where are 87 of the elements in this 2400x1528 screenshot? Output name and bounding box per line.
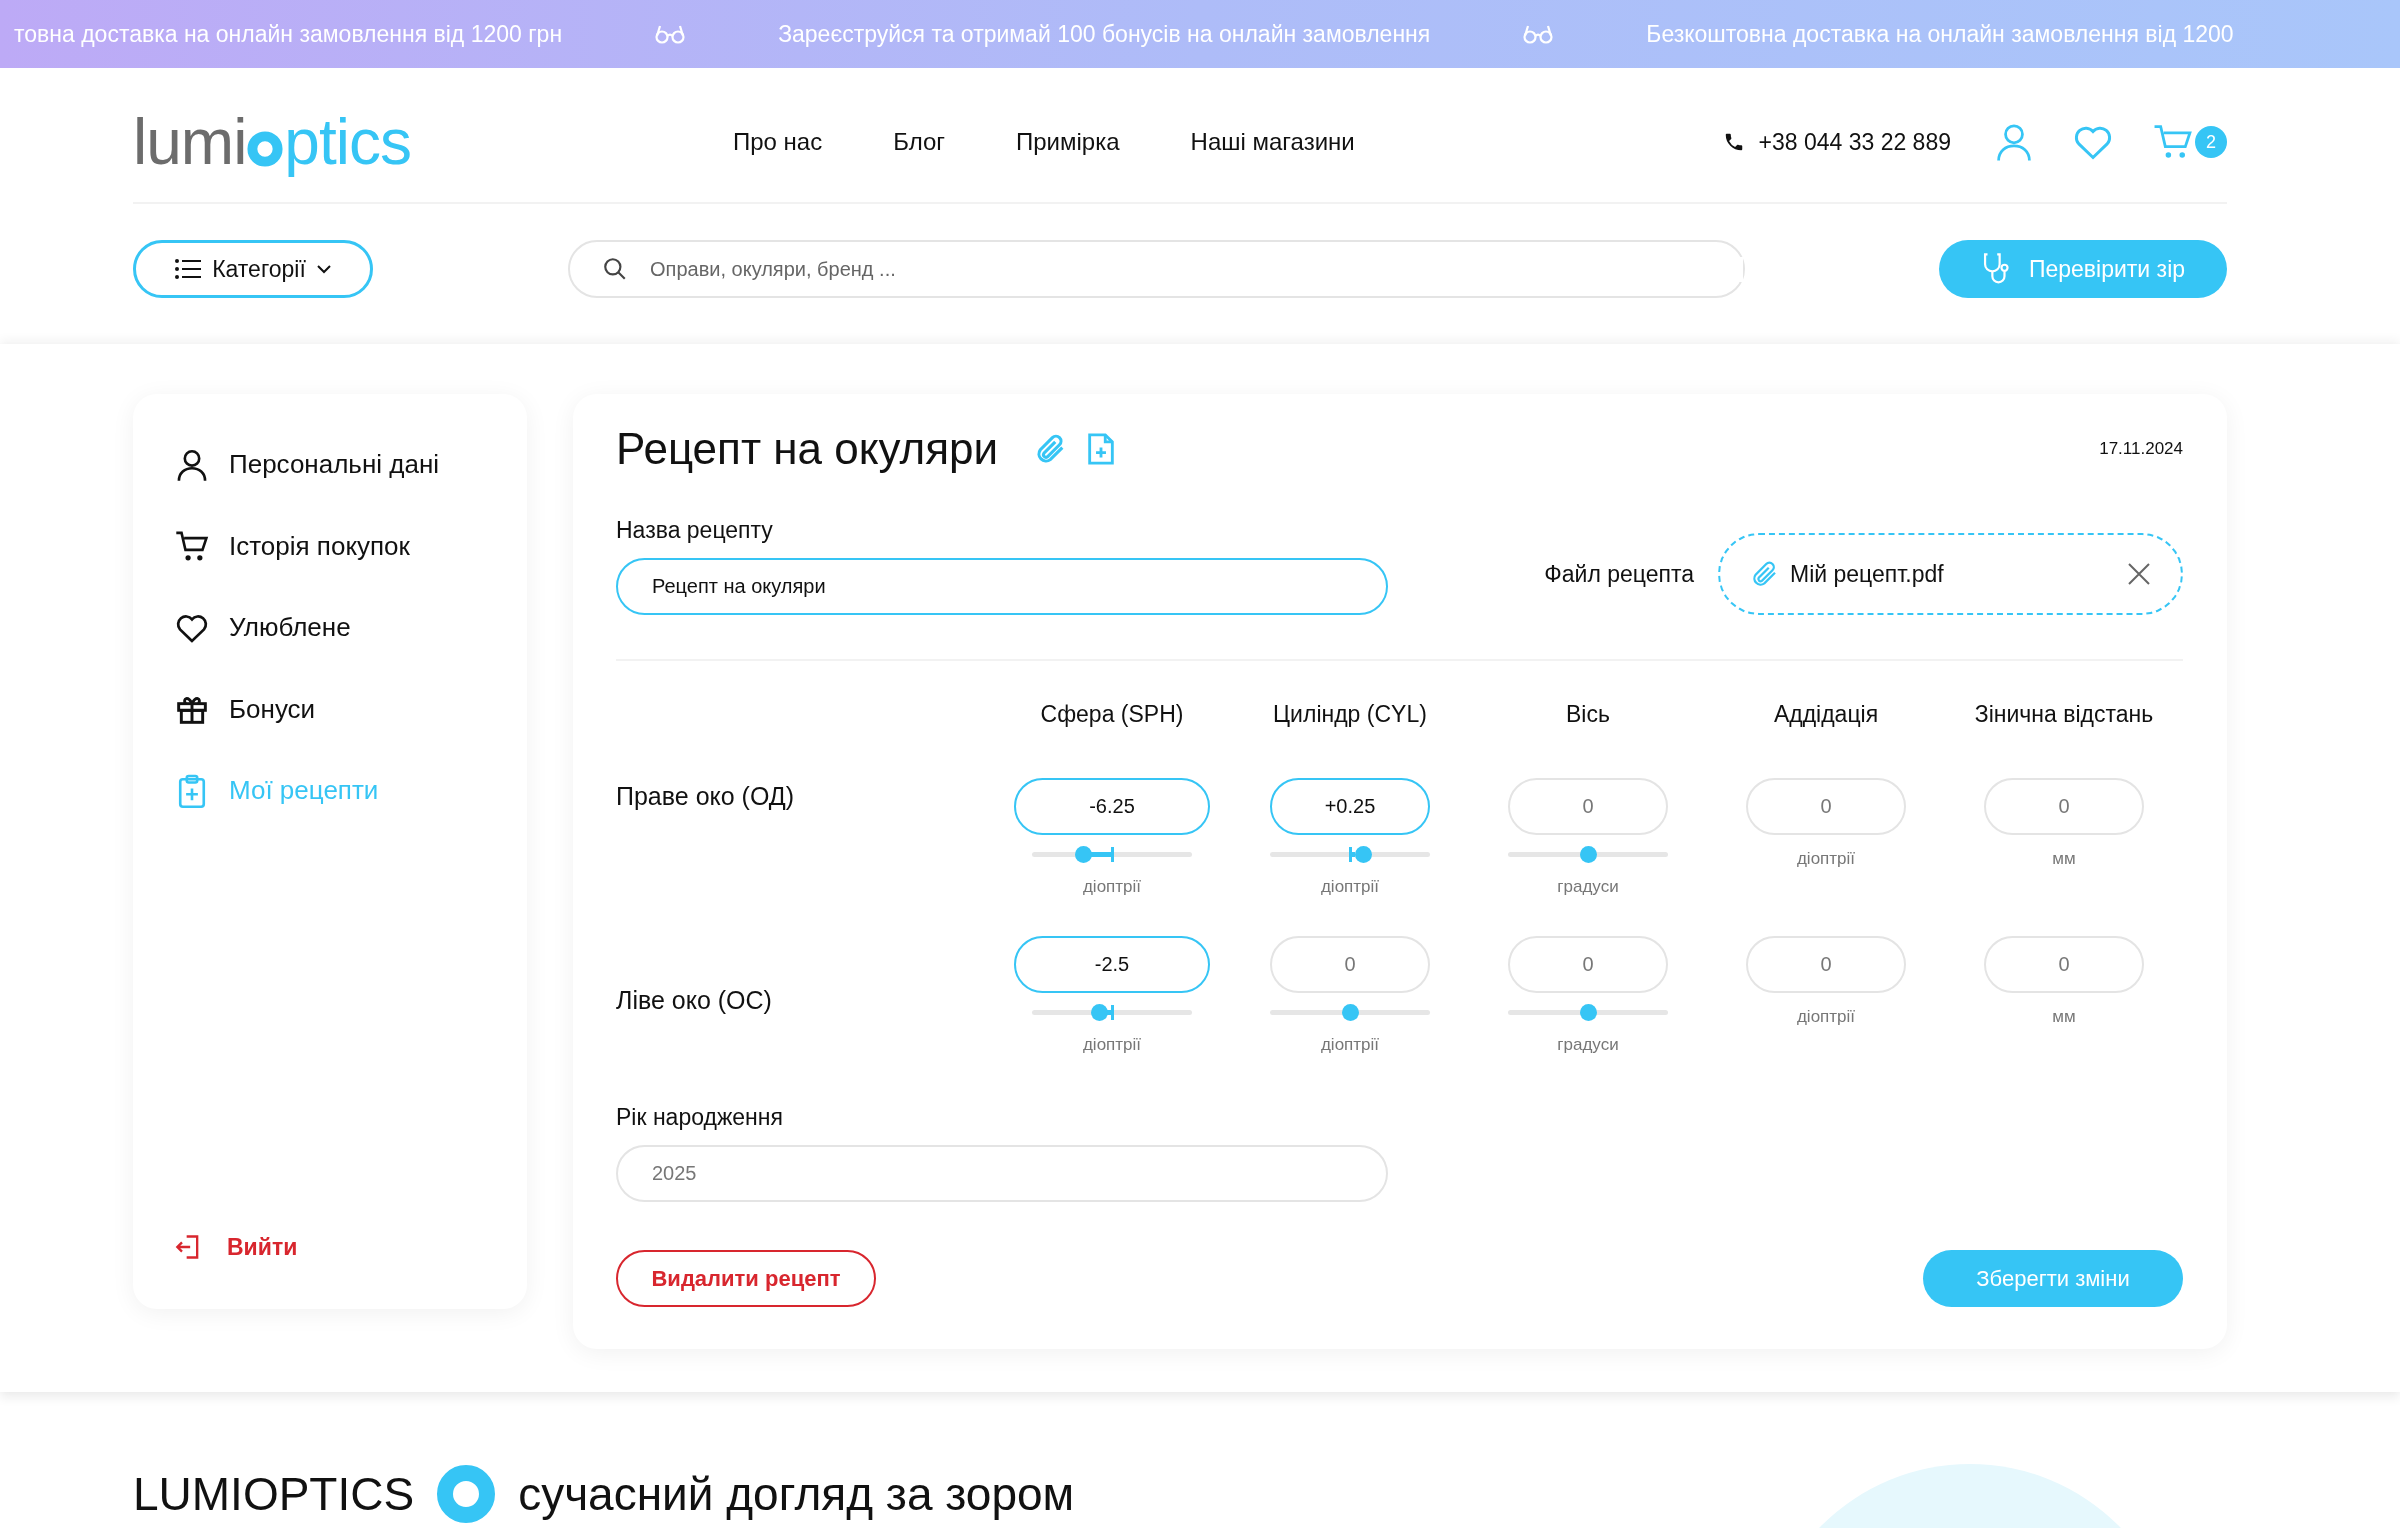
user-icon [175,447,209,482]
heart-icon[interactable] [2073,124,2113,160]
slider[interactable] [1032,846,1192,863]
slider-fill [1352,852,1355,857]
slider-fill [1107,1010,1111,1015]
value-field[interactable]: 0 [1746,778,1906,835]
slider-tick [1111,1005,1114,1020]
slider[interactable] [1508,846,1668,863]
sidebar-item[interactable]: Улюблене [175,587,527,669]
field-label: Назва рецепту [616,517,774,544]
nav-link[interactable]: Наші магазини [1190,128,1355,156]
column-header: Вісь [1565,701,1611,729]
sidebar-item[interactable]: Бонуси [175,668,527,750]
logout-link[interactable]: Вийти [175,1233,527,1261]
sidebar-item[interactable]: Персональні дані [175,424,527,506]
column-header: Зінична відстань [1973,701,2155,729]
cart-count-badge: 2 [2195,126,2227,158]
field-label: Файл рецепта [1544,560,1694,588]
unit-label: діоптрії [1796,1007,1856,1027]
value-field[interactable]: 0 [1270,936,1430,993]
slider[interactable] [1270,1004,1430,1021]
unit-label: градуси [1557,877,1619,897]
nav-link[interactable]: Примірка [1016,128,1120,156]
unit-label: мм [2052,849,2076,869]
add-file-icon[interactable] [1086,432,1117,466]
slider[interactable] [1508,1004,1668,1021]
logo[interactable]: lumi ptics [133,105,411,179]
value-field[interactable]: 0 [1508,778,1668,835]
about-heading: LUMIOPTICS [133,1467,415,1521]
slider-tick [1349,847,1352,862]
glasses-icon [654,24,687,44]
column-header: Сфера (SPH) [1039,701,1185,729]
value-field[interactable]: 0 [1508,936,1668,993]
promo-text: товна доставка на онлайн замовлення від 1200 грн [14,20,563,48]
value-field[interactable]: +0.25 [1270,778,1430,835]
search-field[interactable]: Оправи, окуляри, бренд ... [568,240,1745,298]
birth-year-field[interactable]: 2025 [616,1145,1388,1202]
slider-thumb[interactable] [1580,846,1597,863]
unit-label: діоптрії [1796,849,1856,869]
value-field[interactable]: 0 [1984,778,2144,835]
slider-thumb[interactable] [1091,1004,1109,1021]
nav-link[interactable]: Про нас [732,128,823,156]
unit-label: мм [2052,1007,2076,1027]
unit-label: діоптрії [1082,1035,1142,1055]
sidebar-item[interactable]: Історія покупок [175,505,527,587]
slider-thumb[interactable] [1354,846,1372,863]
slider-tick [1111,847,1114,862]
cart-icon[interactable] [2153,123,2193,161]
value-field[interactable]: 0 [1746,936,1906,993]
user-icon[interactable] [1995,122,2033,162]
row-label: Праве око (ОД) [616,781,796,811]
search-icon [602,256,628,282]
row-label: Ліве око (ОС) [616,985,773,1015]
nav-link[interactable]: Блог [893,128,945,156]
chevron-down-icon [315,264,332,274]
unit-label: діоптрії [1320,1035,1380,1055]
value-field[interactable]: -2.5 [1014,936,1210,993]
heart-icon [175,612,209,643]
column-header: Аддідація [1772,701,1880,729]
slider-thumb[interactable] [1342,1004,1359,1021]
slider-thumb[interactable] [1580,1004,1597,1021]
ring-icon [436,1464,497,1524]
slider[interactable] [1032,1004,1192,1021]
glasses-icon [1522,24,1555,44]
promo-text: Безкоштовна доставка на онлайн замовлення від 1200 [1646,20,2234,48]
close-icon[interactable] [2127,562,2151,586]
slider-fill [1091,852,1111,857]
delete-button[interactable]: Видалити рецепт [616,1250,876,1307]
field-label: Рік народження [616,1104,784,1131]
cart-icon [175,530,209,563]
value-field[interactable]: -6.25 [1014,778,1210,835]
about-heading: сучасний догляд за зором [518,1467,1075,1521]
categories-button[interactable]: Категорії [133,240,373,298]
list-icon [174,258,203,280]
unit-label: діоптрії [1320,877,1380,897]
date-text: 17.11.2024 [2099,439,2183,459]
value-field[interactable]: 0 [1984,936,2144,993]
name-field[interactable]: Рецепт на окуляри [616,558,1388,615]
column-header: Циліндр (CYL) [1272,701,1428,729]
unit-label: градуси [1557,1035,1619,1055]
phone-link[interactable]: +38 044 33 22 889 [1758,128,1951,156]
promo-text: Зареєструйся та отримай 100 бонусів на онлайн замовлення [778,20,1431,48]
file-attachment[interactable]: Мій рецепт.pdf [1718,533,2183,615]
unit-label: діоптрії [1082,877,1142,897]
slider-thumb[interactable] [1075,846,1093,863]
page-title: Рецепт на окуляри [616,424,999,474]
slider[interactable] [1270,846,1430,863]
